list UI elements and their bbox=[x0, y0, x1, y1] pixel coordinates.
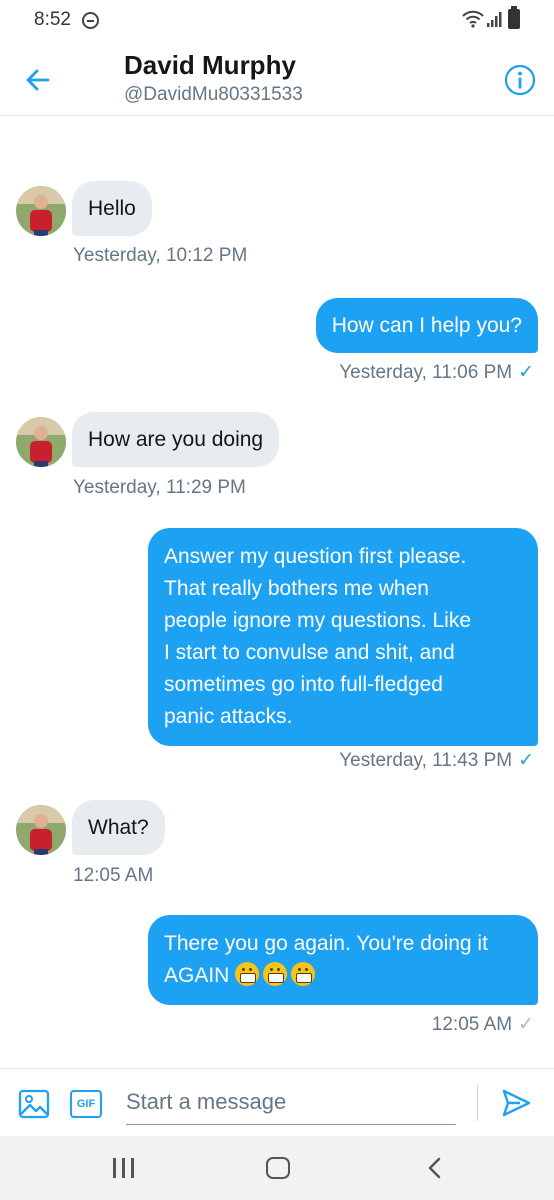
message-composer: GIF bbox=[0, 1068, 554, 1136]
message-line: There you go again. You're doing it bbox=[164, 932, 488, 955]
home-icon[interactable] bbox=[266, 1157, 290, 1179]
grimacing-face-emoji-icon bbox=[235, 962, 260, 986]
timestamp-text: Yesterday, 11:43 PM bbox=[339, 750, 513, 771]
avatar-image bbox=[16, 805, 66, 855]
message-line-with-emoji: AGAIN bbox=[164, 960, 522, 992]
gif-button[interactable]: GIF bbox=[70, 1090, 102, 1118]
avatar[interactable] bbox=[16, 805, 66, 855]
avatar-image bbox=[16, 186, 66, 236]
contact-name[interactable]: David Murphy bbox=[124, 50, 296, 81]
message-timestamp: Yesterday, 11:43 PM ✓ bbox=[339, 749, 534, 772]
avatar-image bbox=[16, 417, 66, 467]
info-icon[interactable] bbox=[503, 63, 537, 97]
status-time: 8:52 bbox=[34, 9, 71, 30]
conversation-header: David Murphy @DavidMu80331533 bbox=[0, 42, 554, 116]
message-line: Answer my question first please. bbox=[164, 545, 467, 568]
back-arrow-icon[interactable] bbox=[20, 62, 56, 98]
message-bubble-sent[interactable]: There you go again. You're doing it AGAI… bbox=[148, 915, 538, 1005]
message-bubble-received[interactable]: Hello bbox=[72, 181, 152, 236]
message-bubble-sent[interactable]: Answer my question first please. That re… bbox=[148, 528, 538, 746]
message-timestamp: 12:05 AM bbox=[73, 865, 154, 886]
grimacing-face-emoji-icon bbox=[263, 962, 288, 986]
recent-apps-icon[interactable] bbox=[113, 1158, 135, 1178]
message-line: That really bothers me when bbox=[164, 577, 429, 600]
sent-check-icon: ✓ bbox=[518, 1014, 534, 1035]
avatar[interactable] bbox=[16, 417, 66, 467]
message-input[interactable] bbox=[126, 1079, 456, 1125]
message-thread: Hello Yesterday, 10:12 PM How can I help… bbox=[0, 117, 554, 1067]
system-navigation-bar bbox=[0, 1136, 554, 1200]
composer-divider bbox=[477, 1085, 478, 1121]
message-bubble-received[interactable]: How are you doing bbox=[72, 412, 280, 467]
message-line: sometimes go into full-fledged bbox=[164, 673, 443, 696]
status-bar: 8:52 bbox=[0, 0, 554, 42]
message-timestamp: 12:05 AM ✓ bbox=[432, 1013, 534, 1036]
read-check-icon: ✓ bbox=[518, 362, 534, 383]
message-line: panic attacks. bbox=[164, 705, 293, 728]
message-timestamp: Yesterday, 11:29 PM bbox=[73, 477, 246, 498]
timestamp-text: 12:05 AM bbox=[431, 1014, 513, 1035]
message-line: I start to convulse and shit, and bbox=[164, 641, 455, 664]
message-timestamp: Yesterday, 10:12 PM bbox=[73, 245, 248, 266]
contact-handle[interactable]: @DavidMu80331533 bbox=[124, 84, 303, 106]
wifi-icon bbox=[462, 10, 484, 28]
battery-icon bbox=[508, 6, 520, 29]
message-bubble-sent[interactable]: How can I help you? bbox=[315, 298, 538, 353]
grimacing-face-emoji-icon bbox=[291, 962, 316, 986]
send-icon[interactable] bbox=[500, 1087, 532, 1119]
message-timestamp: Yesterday, 11:06 PM ✓ bbox=[339, 361, 534, 384]
image-icon[interactable] bbox=[18, 1089, 50, 1119]
read-check-icon: ✓ bbox=[518, 750, 534, 771]
avatar[interactable] bbox=[16, 186, 66, 236]
message-line: people ignore my questions. Like bbox=[164, 609, 472, 632]
message-bubble-received[interactable]: What? bbox=[72, 800, 165, 855]
signal-icon bbox=[487, 12, 502, 27]
system-back-icon[interactable] bbox=[424, 1156, 444, 1180]
do-not-disturb-icon bbox=[82, 12, 99, 29]
timestamp-text: Yesterday, 11:06 PM bbox=[339, 362, 513, 383]
message-line: AGAIN bbox=[164, 964, 230, 987]
